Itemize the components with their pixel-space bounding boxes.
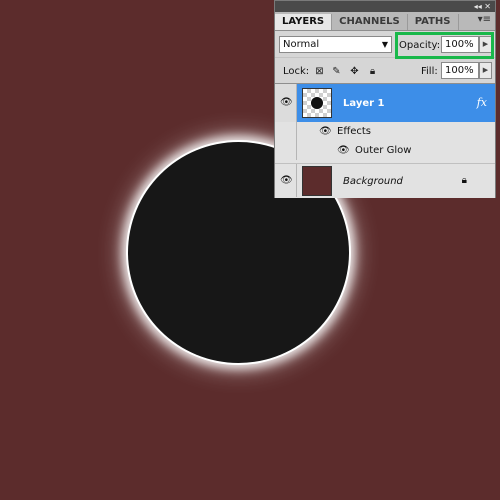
layers-panel: ◂◂ ✕ LAYERS CHANNELS PATHS ▾≡ Normal ▼ O… xyxy=(274,0,496,198)
tab-paths[interactable]: PATHS xyxy=(408,14,459,30)
lock-all-icon[interactable]: 🔒︎ xyxy=(367,66,378,77)
lock-icon: 🔒︎ xyxy=(461,175,467,186)
eye-icon[interactable]: 👁︎ xyxy=(337,146,350,156)
lock-label: Lock: xyxy=(283,66,310,77)
chevron-down-icon: ▼ xyxy=(381,40,388,49)
layer-thumbnail xyxy=(302,88,332,118)
lock-transparent-pixels-icon[interactable]: ⊠ xyxy=(314,66,325,77)
layers-list: 👁︎ Layer 1 fx 👁︎ Effects 👁︎ Outer Glow 👁… xyxy=(275,83,495,198)
fx-icon[interactable]: fx xyxy=(477,96,487,109)
layer-name: Background xyxy=(343,176,403,187)
eye-icon[interactable]: 👁︎ xyxy=(280,176,293,186)
lock-image-pixels-icon[interactable]: ✎ xyxy=(331,66,342,77)
tab-layers[interactable]: LAYERS xyxy=(275,14,333,30)
collapse-icon[interactable]: ◂◂ ✕ xyxy=(474,1,491,12)
layer-row-layer-1[interactable]: 👁︎ Layer 1 fx xyxy=(275,84,495,122)
panel-tabs: LAYERS CHANNELS PATHS ▾≡ xyxy=(275,12,495,31)
blend-mode-select[interactable]: Normal ▼ xyxy=(279,36,392,53)
outer-glow-row[interactable]: 👁︎ Outer Glow xyxy=(275,141,495,160)
fill-label: Fill: xyxy=(421,66,438,77)
layer-thumbnail xyxy=(302,166,332,196)
outer-glow-label: Outer Glow xyxy=(355,145,412,156)
eye-icon[interactable]: 👁︎ xyxy=(280,98,293,108)
blend-mode-value: Normal xyxy=(283,39,320,50)
tab-channels[interactable]: CHANNELS xyxy=(332,14,408,30)
fill-field[interactable]: 100% xyxy=(441,62,479,79)
effects-row[interactable]: 👁︎ Effects xyxy=(275,122,495,141)
lock-position-icon[interactable]: ✥ xyxy=(349,66,360,77)
layer-name: Layer 1 xyxy=(343,98,385,109)
layer-row-background[interactable]: 👁︎ Background 🔒︎ xyxy=(275,163,495,197)
lock-fill-row: Lock: ⊠ ✎ ✥ 🔒︎ Fill: 100% ▶ xyxy=(275,57,495,84)
effects-label: Effects xyxy=(337,126,371,137)
opacity-highlight-box xyxy=(395,32,494,59)
panel-titlebar: ◂◂ ✕ xyxy=(275,1,495,12)
panel-menu-icon[interactable]: ▾≡ xyxy=(478,14,491,25)
eye-icon[interactable]: 👁︎ xyxy=(319,127,332,137)
fill-slider-arrow-icon[interactable]: ▶ xyxy=(479,62,492,79)
